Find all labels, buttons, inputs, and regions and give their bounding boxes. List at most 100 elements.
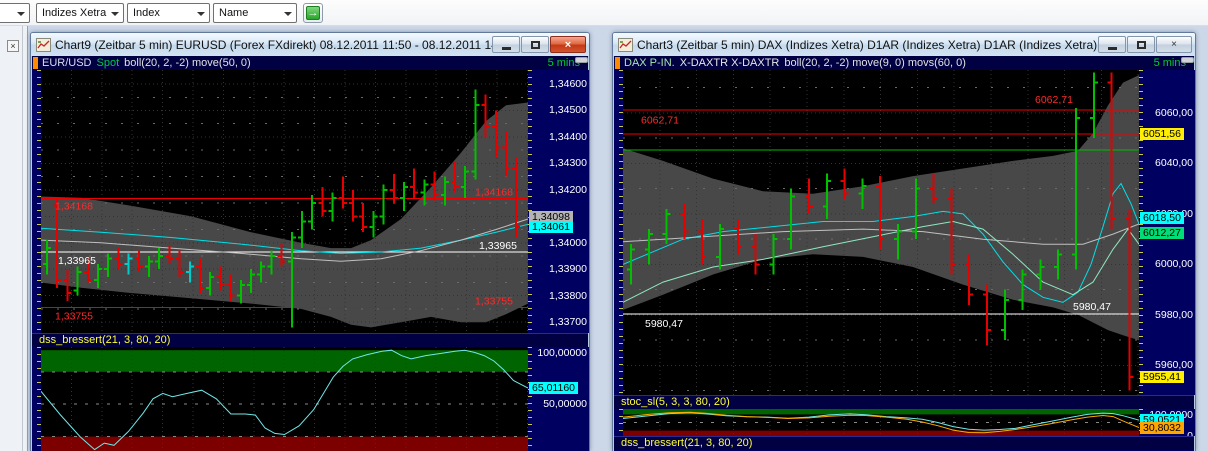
price-marker-box: 1,34061 bbox=[529, 221, 573, 233]
window-title: Chart9 (Zeitbar 5 min) EURUSD (Forex FXd… bbox=[55, 38, 492, 52]
indicator-row: 100,00000 50,00000 65,01160 bbox=[32, 347, 588, 451]
go-arrow-icon: → bbox=[306, 6, 320, 20]
minimize-button[interactable] bbox=[1098, 36, 1126, 53]
dss-bressert-plot[interactable] bbox=[41, 347, 528, 451]
partial-dropdown[interactable] bbox=[0, 3, 30, 23]
chevron-down-icon bbox=[284, 12, 292, 16]
chart-header: EUR/USD Spot boll(20, 2, -2) move(50, 0)… bbox=[32, 56, 588, 70]
top-toolbar: Indizes Xetra Index Name → bbox=[0, 0, 1208, 26]
panel-divider bbox=[22, 26, 23, 451]
axis-tick-label: 1,33900 bbox=[549, 263, 587, 275]
dropdown-indizes-xetra[interactable]: Indizes Xetra bbox=[36, 3, 124, 23]
main-chart-row: 1,341681,341681,339651,339651,337551,337… bbox=[32, 70, 588, 333]
axis-tick-label: 6040,00 bbox=[1155, 157, 1193, 169]
studies-label: boll(20, 2, -2) move(9, 0) movs(60, 0) bbox=[784, 57, 966, 70]
main-chart-row: 6062,716062,715980,475980,47 6060,006040… bbox=[614, 70, 1194, 395]
axis-tick-label: 50,00000 bbox=[543, 398, 587, 410]
axis-tick-label: 6000,00 bbox=[1155, 258, 1193, 270]
svg-text:1,34168: 1,34168 bbox=[55, 200, 93, 212]
dropdown-index[interactable]: Index bbox=[127, 3, 210, 23]
maximize-icon bbox=[1137, 41, 1146, 49]
price-marker-box: 6051,56 bbox=[1140, 128, 1184, 140]
svg-text:1,33965: 1,33965 bbox=[58, 255, 96, 267]
market-label: X-DAXTR X-DAXTR bbox=[680, 57, 780, 70]
chart-content: DAX P-IN. X-DAXTR X-DAXTR boll(20, 2, -2… bbox=[614, 56, 1194, 451]
indicator-row: 100,0000059,052130,8032 bbox=[614, 409, 1194, 436]
window-title: Chart3 (Zeitbar 5 min) DAX (Indizes Xetr… bbox=[637, 38, 1098, 52]
chevron-down-icon bbox=[197, 12, 205, 16]
axis-tick-label: 100,00000 bbox=[537, 347, 587, 359]
axis-tick-label: 1,34600 bbox=[549, 78, 587, 90]
eurusd-price-plot[interactable]: 1,341681,341681,339651,339651,337551,337… bbox=[41, 70, 528, 333]
axis-tick-label: 1,34500 bbox=[549, 104, 587, 116]
axis-tick-label: 1,34400 bbox=[549, 131, 587, 143]
axis-tick-label: 0 bbox=[1187, 430, 1193, 436]
symbol-label: EUR/USD bbox=[42, 57, 92, 70]
chevron-down-icon bbox=[111, 12, 119, 16]
minimize-icon bbox=[1108, 47, 1117, 50]
svg-text:6062,71: 6062,71 bbox=[641, 115, 679, 127]
left-tick-axis bbox=[614, 409, 623, 436]
symbol-label: DAX P-IN. bbox=[624, 57, 675, 70]
price-marker-box: 30,8032 bbox=[1140, 422, 1184, 434]
axis-tick-label: 6060,00 bbox=[1155, 107, 1193, 119]
svg-text:1,33965: 1,33965 bbox=[479, 240, 517, 252]
price-axis[interactable]: 6060,006040,006020,006000,005980,005960,… bbox=[1139, 70, 1196, 395]
close-icon: × bbox=[1171, 39, 1177, 50]
left-tick-axis bbox=[32, 70, 41, 333]
maximize-button[interactable] bbox=[521, 36, 549, 53]
svg-text:1,33755: 1,33755 bbox=[475, 296, 513, 308]
svg-text:1,33755: 1,33755 bbox=[55, 311, 93, 323]
price-marker-box: 5955,41 bbox=[1140, 371, 1184, 383]
close-button[interactable]: × bbox=[550, 36, 586, 53]
stoc-sl-plot[interactable] bbox=[623, 409, 1139, 436]
svg-text:5980,47: 5980,47 bbox=[1073, 301, 1111, 313]
minimize-button[interactable] bbox=[492, 36, 520, 53]
indicator-panel-title: dss_bressert(21, 3, 80, 20) bbox=[32, 333, 588, 347]
left-tick-axis bbox=[32, 347, 41, 451]
studies-label: boll(20, 2, -2) move(50, 0) bbox=[124, 57, 251, 70]
panel-close-button[interactable]: × bbox=[7, 40, 19, 52]
window-chart3-dax: Chart3 (Zeitbar 5 min) DAX (Indizes Xetr… bbox=[612, 32, 1196, 451]
price-marker-box: 65,01160 bbox=[529, 382, 578, 394]
dropdown-name[interactable]: Name bbox=[213, 3, 297, 23]
close-icon: × bbox=[565, 39, 571, 51]
axis-tick-label: 1,33800 bbox=[549, 290, 587, 302]
scrollbar-thumb[interactable] bbox=[575, 57, 588, 63]
chevron-down-icon bbox=[17, 12, 25, 16]
dax-price-plot[interactable]: 6062,716062,715980,475980,47 bbox=[623, 70, 1139, 395]
close-button[interactable]: × bbox=[1156, 36, 1192, 53]
chart-window-icon bbox=[36, 38, 51, 52]
indicator-axis[interactable]: 100,00000 50,00000 65,01160 bbox=[528, 347, 590, 451]
chart-window-icon bbox=[618, 38, 633, 52]
svg-text:6062,71: 6062,71 bbox=[1035, 94, 1073, 106]
indicator-panel-title: stoc_sl(5, 3, 3, 80, 20) bbox=[614, 395, 1194, 409]
go-button[interactable]: → bbox=[303, 3, 323, 23]
indicator-axis[interactable]: 100,0000059,052130,8032 bbox=[1139, 409, 1196, 436]
titlebar[interactable]: Chart3 (Zeitbar 5 min) DAX (Indizes Xetr… bbox=[613, 33, 1195, 56]
minimize-icon bbox=[502, 47, 511, 50]
price-marker-box: 6012,27 bbox=[1140, 227, 1184, 239]
series-color-block bbox=[33, 57, 38, 69]
chart-content: EUR/USD Spot boll(20, 2, -2) move(50, 0)… bbox=[32, 56, 588, 451]
axis-tick-label: 5960,00 bbox=[1155, 359, 1193, 371]
maximize-icon bbox=[531, 41, 540, 49]
axis-tick-label: 1,34300 bbox=[549, 157, 587, 169]
axis-tick-label: 1,34200 bbox=[549, 184, 587, 196]
dropdown-label: Index bbox=[133, 7, 160, 19]
titlebar[interactable]: Chart9 (Zeitbar 5 min) EURUSD (Forex FXd… bbox=[31, 33, 589, 56]
axis-tick-label: 5980,00 bbox=[1155, 309, 1193, 321]
scrollbar-thumb[interactable] bbox=[1181, 57, 1194, 63]
chart-header: DAX P-IN. X-DAXTR X-DAXTR boll(20, 2, -2… bbox=[614, 56, 1194, 70]
axis-tick-label: 1,34000 bbox=[549, 237, 587, 249]
dropdown-label: Name bbox=[219, 7, 248, 19]
price-axis[interactable]: 1,34600 1,34500 1,34400 1,34300 1,34200 1,340… bbox=[528, 70, 590, 333]
axis-tick-label: 1,33700 bbox=[549, 316, 587, 328]
series-color-block bbox=[615, 57, 620, 69]
docked-panel-edge: × bbox=[0, 26, 28, 451]
dropdown-label: Indizes Xetra bbox=[42, 7, 106, 19]
indicator-panel-title: dss_bressert(21, 3, 80, 20) bbox=[614, 436, 1194, 450]
left-tick-axis bbox=[614, 70, 623, 395]
maximize-button[interactable] bbox=[1127, 36, 1155, 53]
window-chart9-eurusd: Chart9 (Zeitbar 5 min) EURUSD (Forex FXd… bbox=[30, 32, 590, 451]
